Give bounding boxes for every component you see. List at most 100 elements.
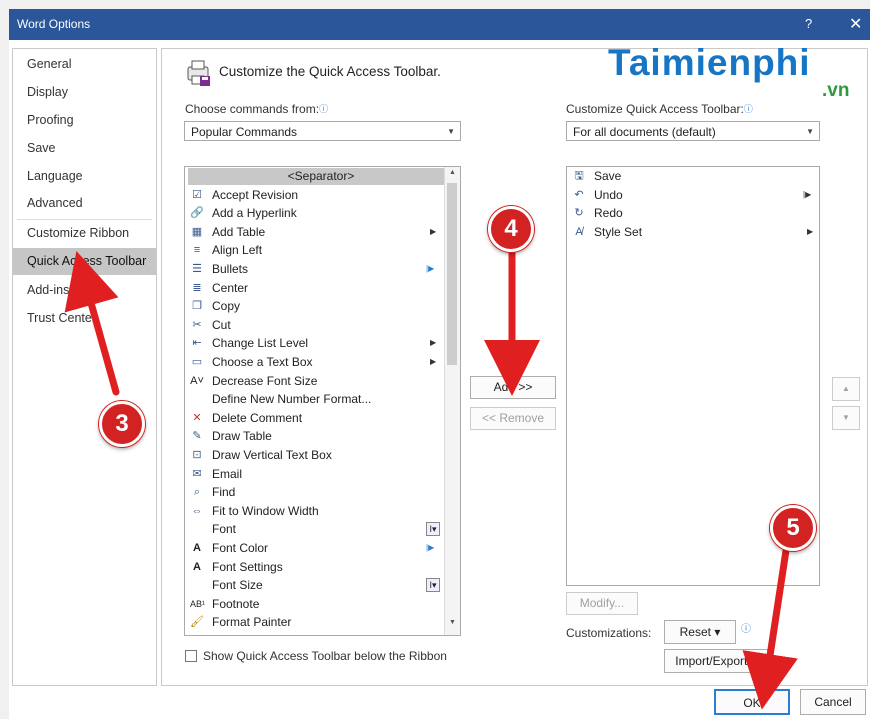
customize-toolbar-select[interactable]: For all documents (default) ▼ [566, 121, 820, 141]
split-arrow-icon: |▶ [426, 543, 435, 552]
list-item[interactable]: ↻ Redo [567, 204, 817, 223]
list-item[interactable]: ✎ Draw Table [185, 427, 445, 446]
info-icon: ⓘ [741, 624, 751, 635]
list-item[interactable]: ⌕ Find [185, 483, 445, 502]
show-below-ribbon-label: Show Quick Access Toolbar below the Ribb… [203, 649, 447, 663]
help-button[interactable]: ? [805, 16, 812, 31]
list-item[interactable]: ☑ Accept Revision [185, 186, 445, 205]
list-item[interactable]: ❐ Copy [185, 297, 445, 316]
ok-button[interactable]: OK [714, 689, 790, 715]
split-arrow-icon: |▶ [803, 189, 812, 199]
list-item[interactable]: Font I▾ [185, 520, 445, 539]
list-item[interactable]: ↶ Undo |▶ [567, 186, 817, 205]
info-icon: ⓘ [319, 104, 329, 114]
list-item[interactable]: ⊡ Draw Vertical Text Box [185, 446, 445, 465]
align-left-icon: ≡ [193, 244, 201, 257]
close-button[interactable]: ✕ [849, 14, 862, 34]
list-item[interactable]: ⇤ Change List Level ▶ [185, 334, 445, 353]
commands-scrollbar[interactable]: ▲ ▼ [444, 167, 460, 635]
choose-commands-select[interactable]: Popular Commands ▼ [184, 121, 461, 141]
nav-item-customize-ribbon[interactable]: Customize Ribbon [13, 220, 156, 247]
list-item[interactable]: 🔗 Add a Hyperlink [185, 204, 445, 223]
submenu-arrow-icon: ▶ [430, 226, 437, 236]
nav-item-advanced[interactable]: Advanced [13, 190, 156, 217]
chevron-down-icon: ▼ [447, 127, 455, 136]
list-item[interactable]: ≡ Align Left [185, 241, 445, 260]
move-up-button[interactable]: ▲ [832, 377, 860, 401]
nav-item-language[interactable]: Language [13, 163, 156, 190]
chevron-down-icon: ▼ [806, 127, 814, 136]
nav-item-general[interactable]: General [13, 51, 156, 78]
footnote-icon: AB¹ [190, 598, 206, 609]
cut-icon: ✂ [192, 318, 202, 331]
list-item[interactable]: ≣ Center [185, 279, 445, 298]
list-item[interactable]: A Font Settings [185, 558, 445, 577]
draw-table-icon: ✎ [192, 430, 202, 443]
separator-item: <Separator> [188, 168, 454, 185]
list-item[interactable]: Define New Number Format... [185, 390, 445, 409]
accept-revision-icon: ☑ [192, 188, 202, 201]
delete-comment-icon: ✕ [192, 411, 202, 424]
nav-item-trust-center[interactable]: Trust Center [13, 305, 156, 332]
move-down-button[interactable]: ▼ [832, 406, 860, 430]
hyperlink-icon: 🔗 [190, 207, 204, 220]
font-color-icon: A [193, 542, 201, 554]
list-level-icon: ⇤ [192, 337, 202, 350]
info-icon: ⓘ [743, 104, 753, 114]
list-item[interactable]: ✕ Delete Comment [185, 409, 445, 428]
nav-item-quick-access-toolbar[interactable]: Quick Access Toolbar [13, 248, 156, 275]
list-item[interactable]: AB¹ Footnote [185, 595, 445, 614]
add-button[interactable]: Add >> [470, 376, 556, 399]
step-marker-5: 5 [770, 505, 816, 551]
reset-button[interactable]: Reset ▾ [664, 620, 736, 644]
table-icon: ▦ [191, 225, 203, 238]
list-item[interactable]: 🖌 Format Painter [185, 613, 445, 632]
import-export-button[interactable]: Import/Export ▾ [664, 649, 768, 673]
title-bar: Word Options ? ✕ [9, 9, 870, 40]
options-nav: General Display Proofing Save Language A… [12, 48, 157, 686]
modify-button[interactable]: Modify... [566, 592, 638, 615]
nav-item-proofing[interactable]: Proofing [13, 107, 156, 134]
copy-icon: ❐ [192, 300, 202, 313]
save-icon: 🖫 [574, 170, 584, 182]
list-item[interactable]: A Font Color |▶ [185, 539, 445, 558]
arrow-up-icon: ▲ [842, 384, 850, 393]
nav-item-add-ins[interactable]: Add-ins [13, 277, 156, 304]
list-item[interactable]: 🖫 Save [567, 167, 817, 186]
scroll-down-icon[interactable]: ▼ [445, 619, 460, 633]
list-item[interactable]: A̸ Style Set ▶ [567, 223, 817, 242]
show-below-ribbon-checkbox[interactable] [185, 650, 197, 662]
list-item[interactable]: ▭ Choose a Text Box ▶ [185, 353, 445, 372]
brand-logo-tld: .vn [822, 80, 850, 101]
center-icon: ≣ [192, 281, 202, 294]
split-arrow-icon: |▶ [426, 264, 435, 273]
combo-control-icon: I▾ [426, 522, 440, 537]
list-item[interactable]: ⇔ Fit to Window Width [185, 502, 445, 521]
list-item[interactable]: <Separator> [185, 167, 454, 186]
list-item[interactable]: ✂ Cut [185, 316, 445, 335]
window-title: Word Options [17, 17, 91, 31]
list-item[interactable]: ▦ Add Table ▶ [185, 223, 445, 242]
submenu-arrow-icon: ▶ [430, 357, 437, 366]
undo-icon: ↶ [574, 188, 584, 201]
list-item[interactable]: A˅ Decrease Font Size [185, 372, 445, 391]
submenu-arrow-icon: ▶ [807, 226, 814, 236]
remove-button[interactable]: << Remove [470, 407, 556, 430]
redo-icon: ↻ [574, 207, 584, 220]
list-item[interactable]: Font Size I▾ [185, 576, 445, 595]
commands-list[interactable]: <Separator> ☑ Accept Revision 🔗 Add a Hype… [184, 166, 461, 636]
format-painter-icon: 🖌 [190, 616, 204, 629]
scrollbar-thumb[interactable] [447, 183, 457, 365]
step-marker-3: 3 [99, 401, 145, 447]
find-icon: ⌕ [193, 486, 201, 499]
scroll-up-icon[interactable]: ▲ [445, 169, 460, 183]
choose-commands-label: Choose commands from:ⓘ [185, 102, 329, 116]
list-item[interactable]: ☰ Bullets |▶ [185, 260, 445, 279]
list-item[interactable]: ✉ Email [185, 465, 445, 484]
vertical-text-box-icon: ⊡ [192, 449, 202, 461]
bullets-icon: ☰ [192, 263, 202, 275]
nav-item-save[interactable]: Save [13, 135, 156, 162]
nav-item-display[interactable]: Display [13, 79, 156, 106]
cancel-button[interactable]: Cancel [800, 689, 866, 715]
quick-access-toolbar-icon [187, 60, 210, 86]
